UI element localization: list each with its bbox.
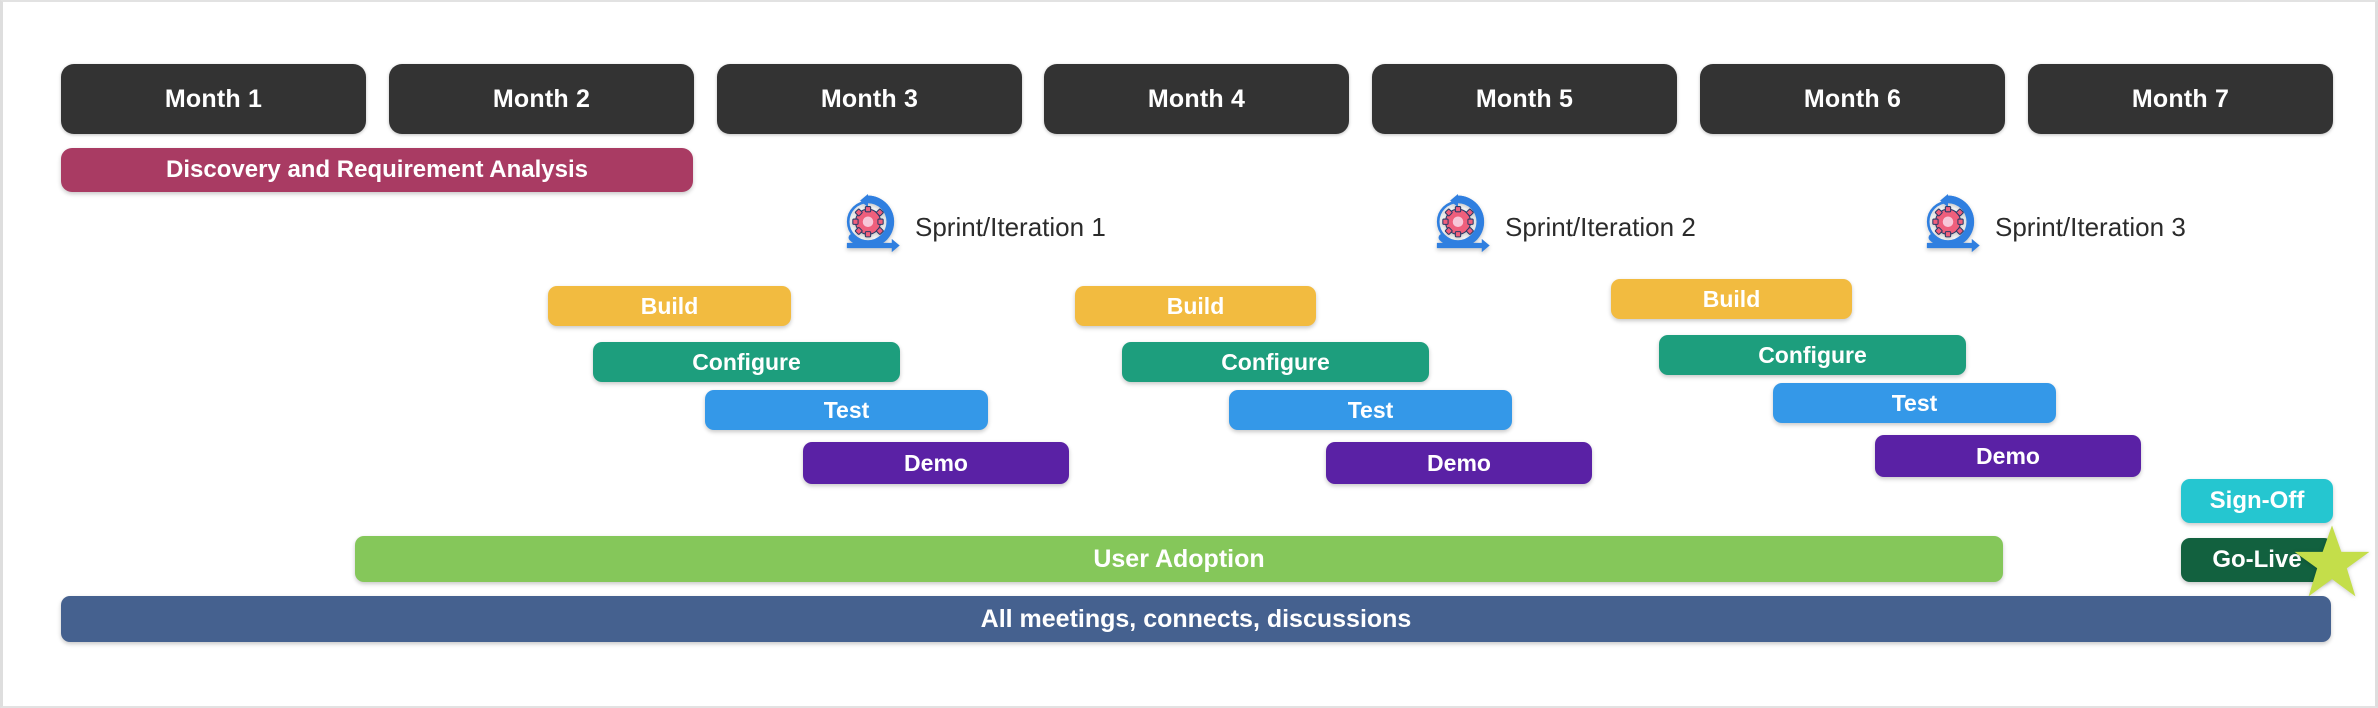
- bar-label: Build: [640, 292, 699, 319]
- bar-label: Configure: [692, 348, 801, 375]
- bar-sprint1-build[interactable]: Build: [548, 286, 791, 326]
- bar-label: Configure: [1221, 348, 1330, 375]
- sprint-marker-3[interactable]: Sprint/Iteration 3: [1915, 192, 2186, 262]
- sprint-marker-1[interactable]: Sprint/Iteration 1: [835, 192, 1106, 262]
- bar-sprint3-configure[interactable]: Configure: [1659, 335, 1966, 375]
- agile-sprint-icon: [1436, 194, 1490, 253]
- timeline-canvas: Month 1 Month 2 Month 3 Month 4 Month 5 …: [0, 0, 2378, 708]
- bar-label: Test: [1891, 389, 1938, 416]
- bar-label: Build: [1702, 285, 1761, 312]
- bar-label: All meetings, connects, discussions: [980, 604, 1412, 633]
- sprint-marker-2[interactable]: Sprint/Iteration 2: [1425, 192, 1696, 262]
- month-header-2[interactable]: Month 2: [389, 64, 694, 134]
- month-header-4[interactable]: Month 4: [1044, 64, 1349, 134]
- month-header-label: Month 5: [1475, 84, 1574, 113]
- bar-label: Demo: [1976, 442, 2040, 469]
- month-header-1[interactable]: Month 1: [61, 64, 366, 134]
- month-header-label: Month 7: [2131, 84, 2230, 113]
- bar-label: Go-Live: [2212, 546, 2302, 573]
- bar-label: Discovery and Requirement Analysis: [166, 156, 588, 183]
- bar-sprint2-build[interactable]: Build: [1075, 286, 1316, 326]
- month-header-label: Month 3: [820, 84, 919, 113]
- month-header-label: Month 4: [1147, 84, 1246, 113]
- bar-sprint3-demo[interactable]: Demo: [1875, 435, 2141, 477]
- bar-sprint2-test[interactable]: Test: [1229, 390, 1512, 430]
- agile-sprint-icon: [1926, 194, 1980, 253]
- month-header-label: Month 1: [164, 84, 263, 113]
- bar-user-adoption[interactable]: User Adoption: [355, 536, 2003, 582]
- bar-label: User Adoption: [1093, 544, 1265, 573]
- bar-sprint2-configure[interactable]: Configure: [1122, 342, 1429, 382]
- bar-sign-off[interactable]: Sign-Off: [2181, 479, 2333, 523]
- bar-sprint2-demo[interactable]: Demo: [1326, 442, 1592, 484]
- month-header-6[interactable]: Month 6: [1700, 64, 2005, 134]
- agile-sprint-icon: [846, 194, 900, 253]
- bar-label: Demo: [1427, 449, 1491, 476]
- month-header-label: Month 2: [492, 84, 591, 113]
- bar-sprint1-configure[interactable]: Configure: [593, 342, 900, 382]
- month-header-5[interactable]: Month 5: [1372, 64, 1677, 134]
- bar-sprint1-demo[interactable]: Demo: [803, 442, 1069, 484]
- month-header-3[interactable]: Month 3: [717, 64, 1022, 134]
- bar-discovery-requirement-analysis[interactable]: Discovery and Requirement Analysis: [61, 148, 693, 192]
- bar-label: Test: [1347, 396, 1394, 423]
- sprint-marker-label: Sprint/Iteration 3: [1995, 211, 2186, 242]
- bar-sprint3-test[interactable]: Test: [1773, 383, 2056, 423]
- sprint-marker-label: Sprint/Iteration 2: [1505, 211, 1696, 242]
- bar-sprint3-build[interactable]: Build: [1611, 279, 1852, 319]
- bar-sprint1-test[interactable]: Test: [705, 390, 988, 430]
- bar-label: Configure: [1758, 341, 1867, 368]
- bar-label: Demo: [904, 449, 968, 476]
- sprint-marker-label: Sprint/Iteration 1: [915, 211, 1106, 242]
- month-header-7[interactable]: Month 7: [2028, 64, 2333, 134]
- bar-label: Sign-Off: [2209, 487, 2305, 514]
- bar-label: Test: [823, 396, 870, 423]
- month-header-label: Month 6: [1803, 84, 1902, 113]
- bar-label: Build: [1166, 292, 1225, 319]
- bar-go-live[interactable]: Go-Live: [2181, 538, 2333, 582]
- bar-all-meetings[interactable]: All meetings, connects, discussions: [61, 596, 2331, 642]
